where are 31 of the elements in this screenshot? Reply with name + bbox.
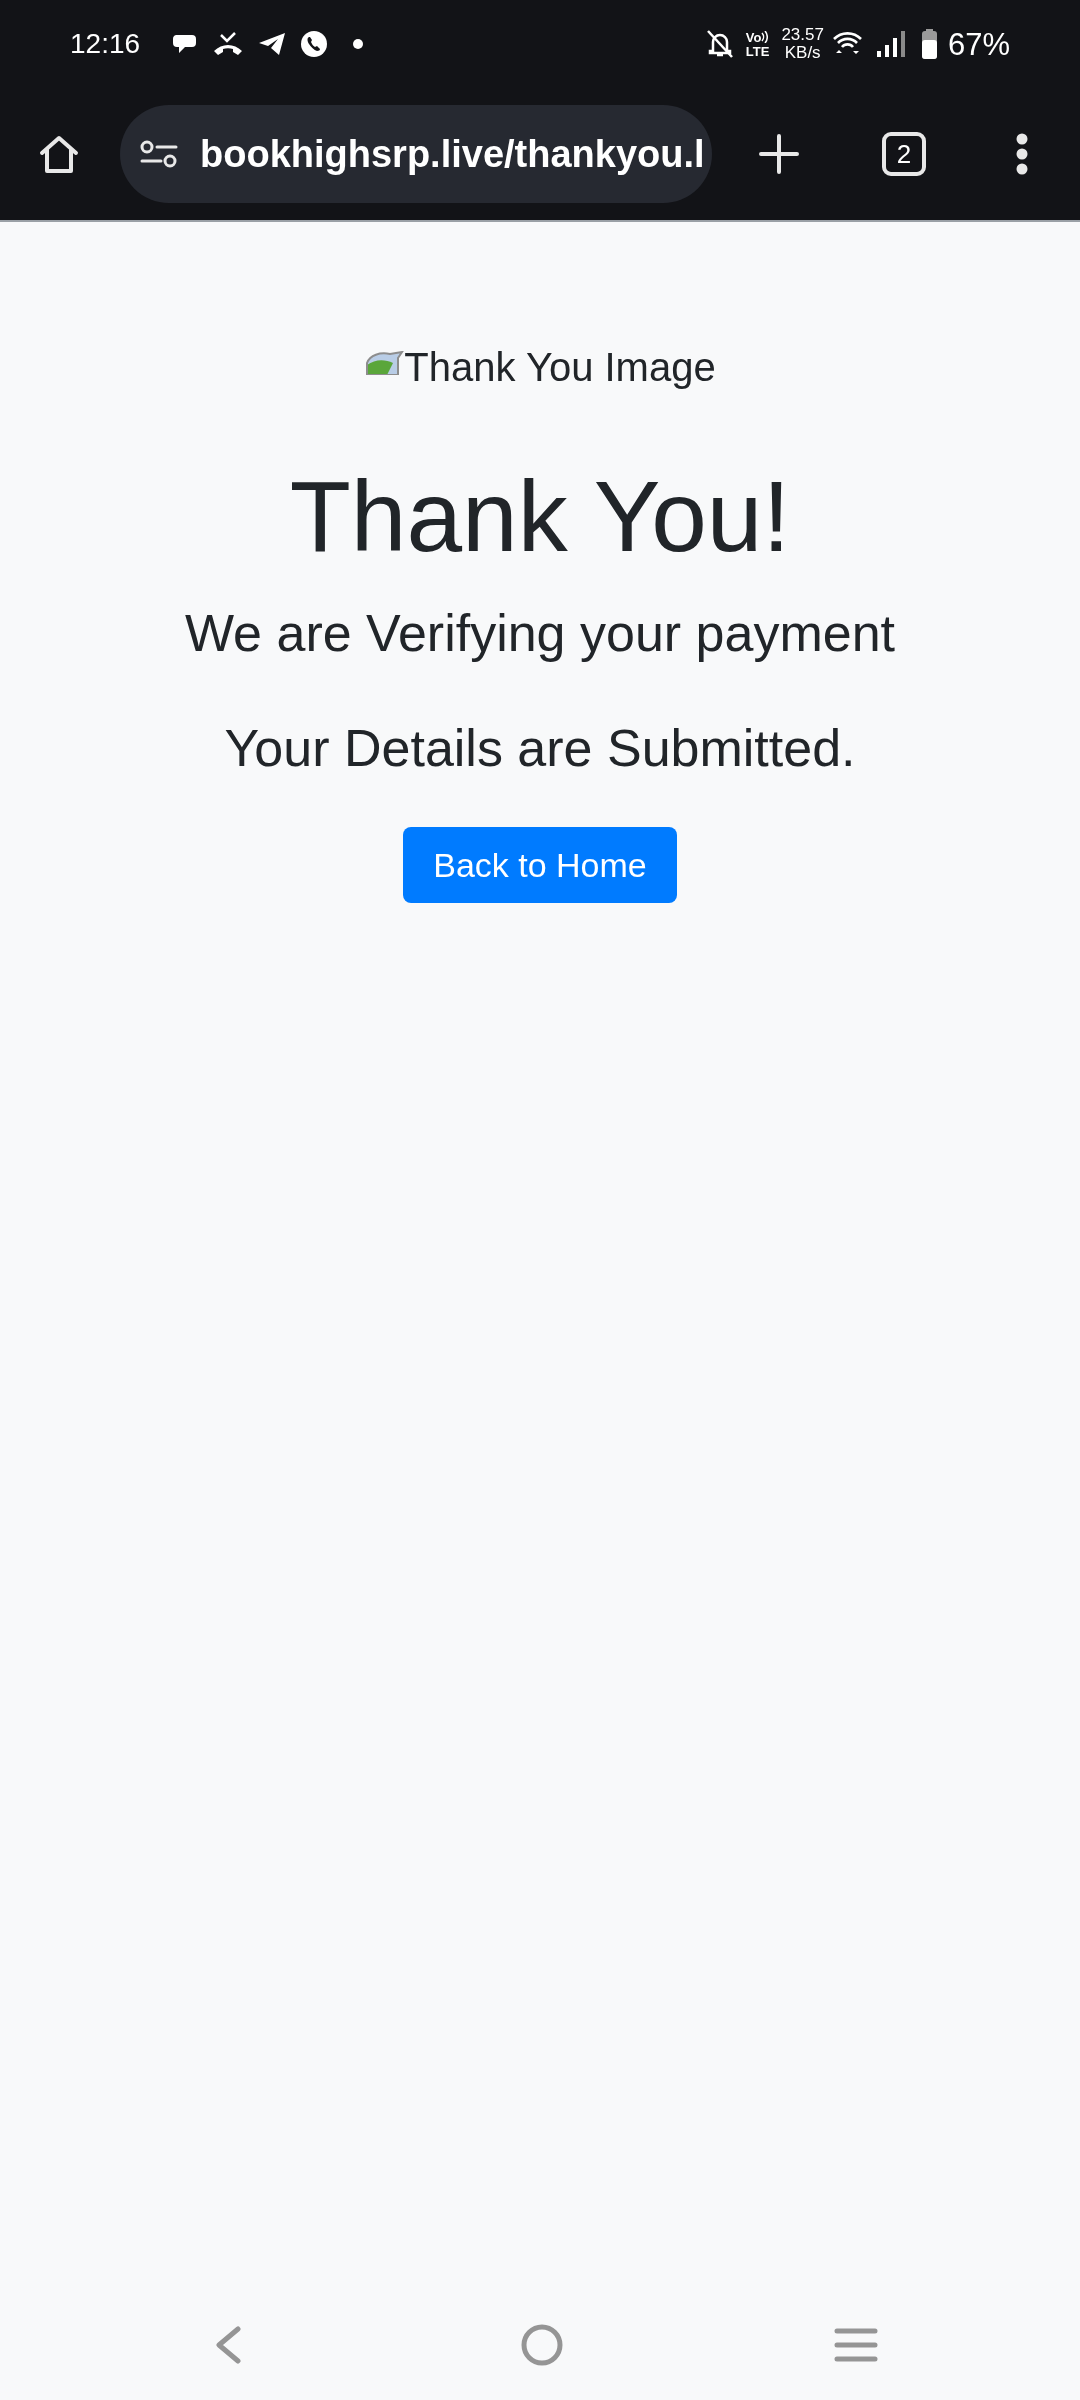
cellular-signal-icon bbox=[876, 31, 906, 57]
back-chevron-icon[interactable] bbox=[215, 2326, 241, 2364]
bell-off-icon bbox=[705, 29, 734, 59]
home-icon bbox=[38, 134, 80, 174]
plus-icon bbox=[759, 134, 799, 174]
image-alt-text: Thank You Image bbox=[404, 344, 716, 391]
volte-label: Vo bbox=[745, 30, 762, 44]
network-speed: 23.57 bbox=[781, 26, 824, 44]
battery-icon bbox=[921, 29, 937, 59]
dot-icon bbox=[352, 38, 365, 50]
battery-percentage: 67% bbox=[947, 28, 1010, 60]
recent-apps-icon[interactable] bbox=[834, 2328, 878, 2362]
lte-label: LTE bbox=[745, 44, 770, 58]
thank-you-heading: Thank You! bbox=[289, 459, 791, 574]
tab-switcher-button[interactable]: 2 bbox=[882, 132, 926, 176]
signal-waves-icon bbox=[761, 31, 769, 43]
paper-plane-icon bbox=[258, 32, 287, 56]
phone-circle-icon bbox=[300, 30, 329, 58]
home-circle-icon[interactable] bbox=[521, 2324, 563, 2366]
more-vertical-icon bbox=[1015, 133, 1029, 175]
address-bar[interactable]: bookhighsrp.live/thankyou.l bbox=[120, 105, 712, 203]
back-to-home-button[interactable]: Back to Home bbox=[403, 827, 677, 903]
chat-bubble-icon bbox=[172, 32, 199, 56]
clock-time: 12:16 bbox=[70, 30, 141, 58]
broken-image-icon bbox=[364, 351, 405, 375]
tune-icon[interactable] bbox=[140, 139, 178, 169]
new-tab-button[interactable] bbox=[756, 131, 802, 177]
network-speed-unit: KB/s bbox=[784, 44, 821, 62]
verifying-message: We are Verifying your payment bbox=[184, 603, 896, 663]
missed-call-icon bbox=[212, 31, 245, 57]
submitted-message: Your Details are Submitted. bbox=[224, 718, 856, 778]
